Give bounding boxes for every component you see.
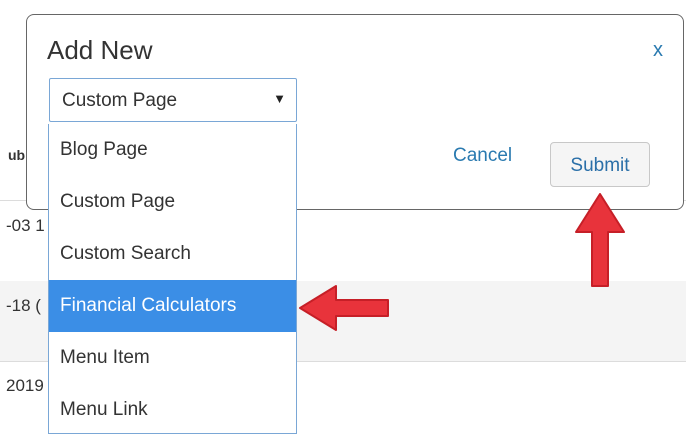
dropdown-option[interactable]: Menu Item [49, 332, 296, 384]
page-type-dropdown-list: Blog Page Custom Page Custom Search Fina… [48, 124, 297, 434]
select-value: Custom Page [62, 90, 178, 111]
annotation-arrow-up-icon [575, 193, 625, 287]
close-button[interactable]: x [653, 39, 663, 62]
caret-down-icon: ▼ [273, 91, 286, 106]
dialog-title: Add New [47, 35, 153, 65]
column-header-fragment: ub [8, 147, 26, 163]
submit-button[interactable]: Submit [550, 142, 650, 187]
cancel-button[interactable]: Cancel [453, 145, 512, 167]
date-cell-fragment: -03 1 [6, 216, 45, 235]
dropdown-option[interactable]: Blog Page [49, 124, 296, 176]
dropdown-option-highlighted[interactable]: Financial Calculators [49, 280, 296, 332]
dropdown-option[interactable]: Menu Link [49, 384, 296, 433]
dropdown-option[interactable]: Custom Page [49, 176, 296, 228]
date-cell-fragment: -18 ( [6, 296, 41, 315]
annotation-arrow-left-icon [299, 285, 389, 331]
dropdown-option[interactable]: Custom Search [49, 228, 296, 280]
page-type-select[interactable]: Custom Page ▼ [49, 78, 297, 122]
date-cell-fragment: 2019 [6, 376, 44, 395]
